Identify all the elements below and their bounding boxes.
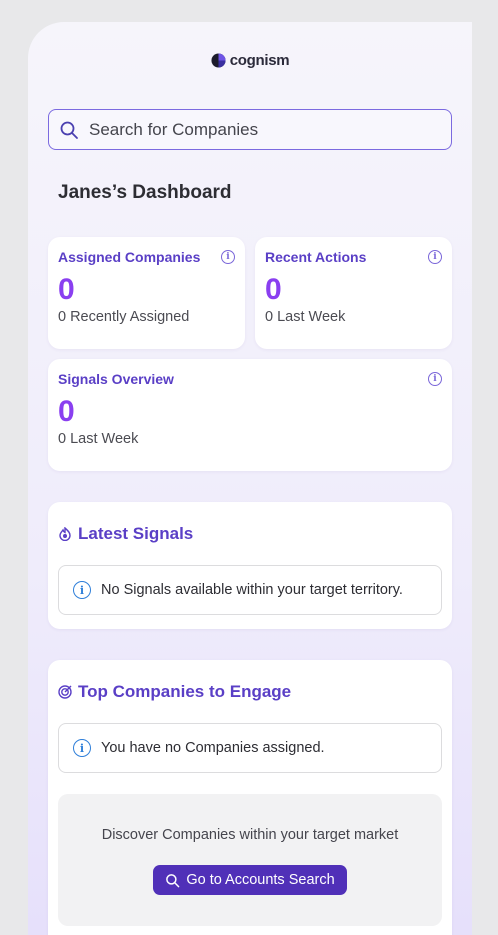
page-title: Janes’s Dashboard <box>58 182 232 203</box>
info-icon[interactable]: i <box>428 372 442 386</box>
top-companies-card: Top Companies to Engage i You have no Co… <box>48 660 452 935</box>
top-companies-title: Top Companies to Engage <box>78 682 292 701</box>
search-bar[interactable] <box>48 109 452 150</box>
recent-actions-sub: 0 Last Week <box>265 309 442 325</box>
discover-box: Discover Companies within your target ma… <box>58 794 442 926</box>
assigned-companies-card[interactable]: Assigned Companies i 0 0 Recently Assigne… <box>48 237 245 349</box>
signals-overview-sub: 0 Last Week <box>58 431 442 447</box>
recently-assigned-count: 0 <box>58 309 67 325</box>
last-week-label: Last Week <box>277 309 346 325</box>
latest-signals-title: Latest Signals <box>78 524 194 543</box>
go-to-accounts-search-button[interactable]: Go to Accounts Search <box>153 865 347 895</box>
signals-icon <box>59 527 71 541</box>
info-icon: i <box>73 581 91 599</box>
dashboard-panel: cognism Janes’s Dashboard Assigned Compa… <box>28 22 472 935</box>
assigned-companies-value: 0 <box>58 273 75 306</box>
target-icon <box>58 685 72 699</box>
info-icon: i <box>73 739 91 757</box>
signals-last-week-count: 0 <box>58 431 67 447</box>
search-icon <box>166 873 180 887</box>
latest-signals-heading: Latest Signals <box>58 524 442 544</box>
search-icon <box>60 121 78 139</box>
no-signals-notice: i No Signals available within your targe… <box>58 565 442 615</box>
assigned-companies-sub: 0 Recently Assigned <box>58 309 235 325</box>
signals-overview-label: Signals Overview <box>58 371 174 387</box>
top-companies-heading: Top Companies to Engage <box>58 682 442 702</box>
brand-logo[interactable]: cognism <box>28 52 472 69</box>
no-companies-notice: i You have no Companies assigned. <box>58 723 442 773</box>
latest-signals-card: Latest Signals i No Signals available wi… <box>48 502 452 629</box>
no-companies-text: You have no Companies assigned. <box>101 740 325 756</box>
recent-actions-card[interactable]: Recent Actions i 0 0 Last Week <box>255 237 452 349</box>
search-input[interactable] <box>89 119 451 140</box>
discover-text: Discover Companies within your target ma… <box>101 827 399 843</box>
no-signals-text: No Signals available within your target … <box>101 582 403 598</box>
assigned-companies-label: Assigned Companies <box>58 249 201 265</box>
recent-actions-value: 0 <box>265 273 282 306</box>
signals-overview-value: 0 <box>58 395 75 428</box>
go-to-accounts-search-label: Go to Accounts Search <box>186 872 335 888</box>
brand-name: cognism <box>229 52 290 69</box>
info-icon[interactable]: i <box>428 250 442 264</box>
signals-last-week-label: Last Week <box>70 431 139 447</box>
recent-actions-label: Recent Actions <box>265 249 367 265</box>
info-icon[interactable]: i <box>221 250 235 264</box>
last-week-count: 0 <box>265 309 274 325</box>
cognism-logo-icon <box>211 53 226 68</box>
signals-overview-card[interactable]: Signals Overview i 0 0 Last Week <box>48 359 452 471</box>
recently-assigned-label: Recently Assigned <box>70 309 190 325</box>
